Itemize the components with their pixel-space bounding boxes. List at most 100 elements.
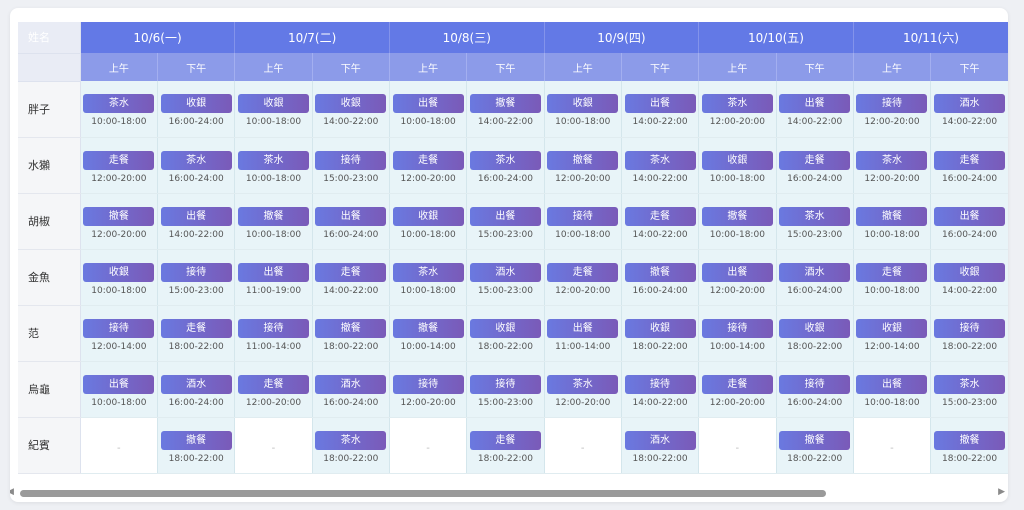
shift-cell: 撤餐 18:00-22:00: [930, 417, 1008, 474]
shift-role-badge[interactable]: 接待: [315, 150, 387, 170]
shift-role-badge[interactable]: 出餐: [469, 206, 541, 226]
shift-role-badge[interactable]: 收銀: [469, 318, 541, 338]
shift-role-badge[interactable]: 出餐: [779, 94, 851, 113]
shift-time: 12:00-20:00: [864, 173, 920, 184]
shift-time: 18:00-22:00: [632, 341, 688, 352]
shift-role-badge[interactable]: 出餐: [83, 374, 155, 394]
shift-cell: 茶水 16:00-24:00: [466, 137, 545, 194]
shift-role-badge[interactable]: 茶水: [624, 150, 696, 170]
shift-cell: 收銀 14:00-22:00: [311, 81, 390, 138]
shift-role-badge[interactable]: 走餐: [315, 262, 387, 282]
shift-role-badge[interactable]: 走餐: [469, 430, 541, 450]
shift-role-badge[interactable]: 走餐: [547, 262, 619, 282]
shift-role-badge[interactable]: 接待: [237, 318, 309, 338]
shift-cell: 接待 16:00-24:00: [775, 361, 854, 418]
shift-role-badge[interactable]: 出餐: [856, 374, 928, 394]
shift-role-badge[interactable]: 接待: [624, 374, 696, 394]
shift-cell: 收銀 12:00-14:00: [852, 305, 931, 362]
shift-role-badge[interactable]: 走餐: [856, 262, 928, 282]
shift-role-badge[interactable]: 茶水: [237, 150, 309, 170]
shift-role-badge[interactable]: 出餐: [701, 262, 773, 282]
shift-role-badge[interactable]: 接待: [701, 318, 773, 338]
shift-role-badge[interactable]: 接待: [779, 374, 851, 394]
shift-role-badge[interactable]: 撤餐: [701, 206, 773, 226]
shift-role-badge[interactable]: 出餐: [392, 94, 464, 113]
shift-role-badge[interactable]: 撤餐: [779, 430, 851, 450]
shift-role-badge[interactable]: 酒水: [934, 94, 1006, 113]
shift-time: 14:00-22:00: [942, 285, 998, 296]
shift-role-badge[interactable]: 茶水: [934, 374, 1006, 394]
shift-role-badge[interactable]: 茶水: [856, 150, 928, 170]
shift-role-badge[interactable]: 撤餐: [315, 318, 387, 338]
shift-cell: 撤餐 10:00-18:00: [852, 193, 931, 250]
shift-role-badge[interactable]: 撤餐: [547, 150, 619, 170]
horizontal-scrollbar[interactable]: ◀ ▶: [10, 486, 1008, 500]
shift-role-badge[interactable]: 茶水: [392, 262, 464, 282]
shift-role-badge[interactable]: 走餐: [237, 374, 309, 394]
shift-role-badge[interactable]: 出餐: [624, 94, 696, 113]
shift-role-badge[interactable]: 接待: [392, 374, 464, 394]
shift-role-badge[interactable]: 茶水: [315, 430, 387, 450]
shift-role-badge[interactable]: 出餐: [934, 206, 1006, 226]
shift-role-badge[interactable]: 接待: [469, 374, 541, 394]
shift-role-badge[interactable]: 茶水: [160, 150, 232, 170]
shift-role-badge[interactable]: 走餐: [701, 374, 773, 394]
date-header: 10/8(三): [388, 22, 545, 53]
shift-role-badge[interactable]: 接待: [547, 206, 619, 226]
shift-role-badge[interactable]: 出餐: [160, 206, 232, 226]
shift-role-badge[interactable]: 走餐: [392, 150, 464, 170]
shift-time: 12:00-20:00: [864, 117, 920, 127]
scrollbar-thumb[interactable]: [20, 490, 826, 497]
shift-role-badge[interactable]: 接待: [856, 94, 928, 113]
shift-role-badge[interactable]: 茶水: [701, 94, 773, 113]
arrow-left-icon[interactable]: ◀: [10, 487, 14, 497]
shift-role-badge[interactable]: 撤餐: [160, 430, 232, 450]
shift-role-badge[interactable]: 酒水: [624, 430, 696, 450]
shift-role-badge[interactable]: 出餐: [547, 318, 619, 338]
shift-role-badge[interactable]: 撤餐: [83, 206, 155, 226]
shift-role-badge[interactable]: 走餐: [83, 150, 155, 170]
shift-role-badge[interactable]: 接待: [83, 318, 155, 338]
shift-role-badge[interactable]: 收銀: [160, 94, 232, 113]
shift-role-badge[interactable]: 收銀: [392, 206, 464, 226]
shift-role-badge[interactable]: 收銀: [315, 94, 387, 113]
shift-time: 10:00-14:00: [709, 341, 765, 352]
shift-role-badge[interactable]: 撤餐: [469, 94, 541, 113]
shift-role-badge[interactable]: 收銀: [701, 150, 773, 170]
shift-role-badge[interactable]: 收銀: [779, 318, 851, 338]
shift-role-badge[interactable]: 走餐: [779, 150, 851, 170]
shift-role-badge[interactable]: 茶水: [779, 206, 851, 226]
shift-role-badge[interactable]: 酒水: [469, 262, 541, 282]
shift-role-badge[interactable]: 收銀: [934, 262, 1006, 282]
shift-role-badge[interactable]: 走餐: [160, 318, 232, 338]
shift-role-badge[interactable]: 出餐: [315, 206, 387, 226]
morning-header: 上午: [852, 53, 931, 81]
shift-role-badge[interactable]: 撤餐: [934, 430, 1006, 450]
shift-role-badge[interactable]: 走餐: [624, 206, 696, 226]
shift-role-badge[interactable]: 撤餐: [624, 262, 696, 282]
shift-time: 12:00-20:00: [555, 173, 611, 184]
shift-role-badge[interactable]: 茶水: [547, 374, 619, 394]
arrow-right-icon[interactable]: ▶: [998, 487, 1005, 497]
schedule-body: 胖子 茶水 10:00-18:00 收銀 16:00-24:00 收銀 10:00-18:0…: [18, 81, 1008, 474]
shift-role-badge[interactable]: 酒水: [779, 262, 851, 282]
shift-role-badge[interactable]: 收銀: [237, 94, 309, 113]
shift-role-badge[interactable]: 收銀: [83, 262, 155, 282]
shift-role-badge[interactable]: 出餐: [237, 262, 309, 282]
shift-role-badge[interactable]: 收銀: [547, 94, 619, 113]
shift-role-badge[interactable]: 接待: [934, 318, 1006, 338]
employee-row: 范接待 12:00-14:00 走餐 18:00-22:00 接待 11:00-14:00…: [18, 305, 1008, 362]
shift-role-badge[interactable]: 走餐: [934, 150, 1006, 170]
shift-role-badge[interactable]: 酒水: [160, 374, 232, 394]
shift-role-badge[interactable]: 酒水: [315, 374, 387, 394]
shift-role-badge[interactable]: 接待: [160, 262, 232, 282]
shift-role-badge[interactable]: 撤餐: [856, 206, 928, 226]
shift-cell: 茶水 18:00-22:00: [311, 417, 390, 474]
shift-role-badge[interactable]: 收銀: [624, 318, 696, 338]
shift-role-badge[interactable]: 收銀: [856, 318, 928, 338]
date-header: 10/6(一): [79, 22, 235, 53]
shift-role-badge[interactable]: 撤餐: [237, 206, 309, 226]
shift-role-badge[interactable]: 茶水: [469, 150, 541, 170]
shift-role-badge[interactable]: 茶水: [83, 94, 155, 113]
shift-role-badge[interactable]: 撤餐: [392, 318, 464, 338]
